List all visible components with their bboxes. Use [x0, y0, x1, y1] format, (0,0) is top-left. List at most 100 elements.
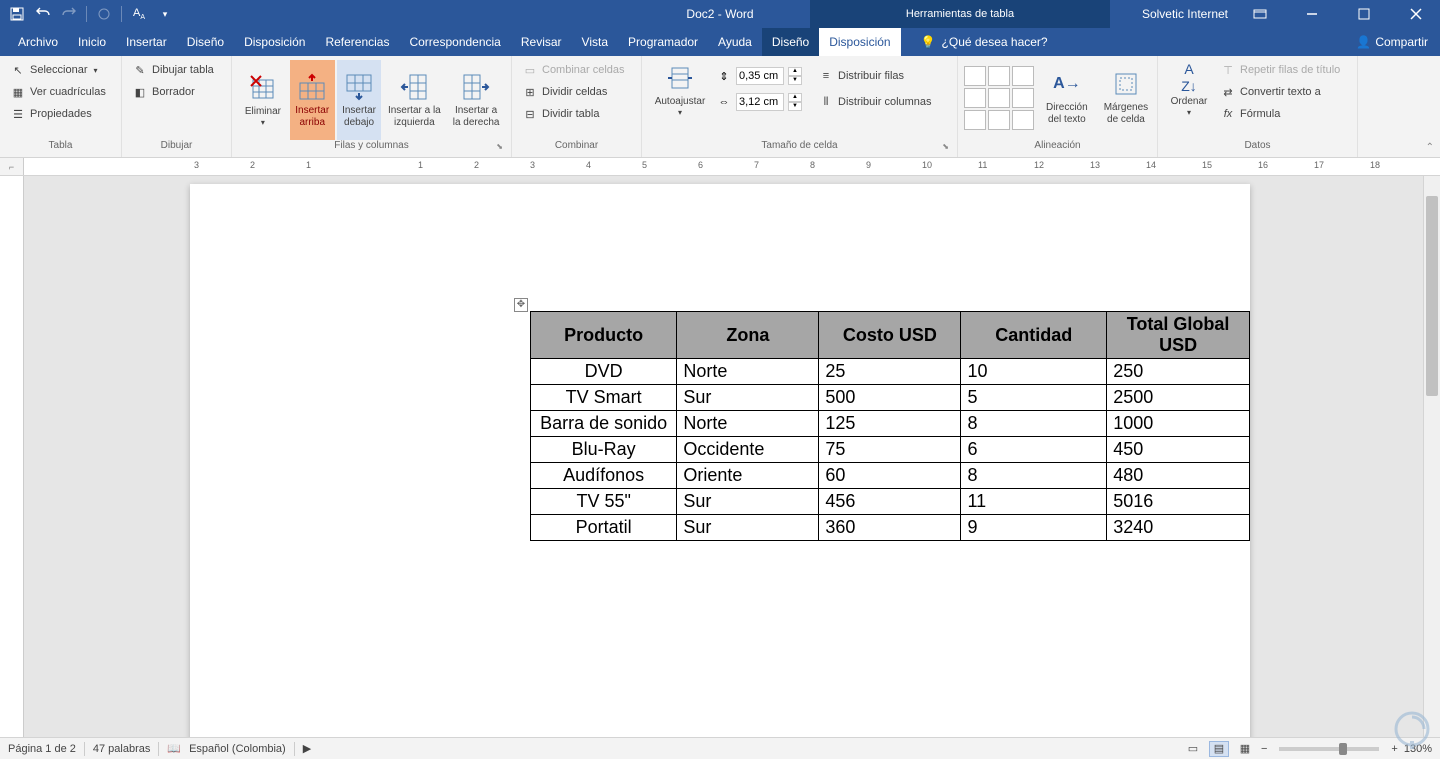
zoom-out-button[interactable]: −: [1261, 743, 1267, 755]
vertical-ruler[interactable]: [0, 176, 24, 737]
align-tc[interactable]: [988, 66, 1010, 86]
read-mode-icon[interactable]: ▭: [1183, 741, 1203, 757]
table-cell[interactable]: Occidente: [677, 437, 819, 463]
qat-customize-icon[interactable]: ▾: [156, 5, 174, 23]
table-cell[interactable]: 1000: [1107, 411, 1250, 437]
table-header[interactable]: Cantidad: [961, 312, 1107, 359]
table-row[interactable]: TV SmartSur50052500: [531, 385, 1250, 411]
table-header[interactable]: Zona: [677, 312, 819, 359]
font-size-icon[interactable]: AA: [130, 5, 148, 23]
table-cell[interactable]: Portatil: [531, 515, 677, 541]
tab-table-diseno[interactable]: Diseño: [762, 28, 819, 56]
table-cell[interactable]: 456: [819, 489, 961, 515]
minimize-button[interactable]: [1292, 0, 1332, 28]
table-row[interactable]: AudífonosOriente608480: [531, 463, 1250, 489]
table-cell[interactable]: Sur: [677, 489, 819, 515]
ver-cuadriculas-button[interactable]: ▦Ver cuadrículas: [6, 82, 115, 102]
align-bl[interactable]: [964, 110, 986, 130]
document-table[interactable]: ProductoZonaCosto USDCantidadTotal Globa…: [530, 311, 1250, 541]
word-count[interactable]: 47 palabras: [93, 743, 151, 755]
maximize-button[interactable]: [1344, 0, 1384, 28]
table-cell[interactable]: 11: [961, 489, 1107, 515]
table-cell[interactable]: 5: [961, 385, 1107, 411]
eliminar-button[interactable]: Eliminar▾: [238, 60, 288, 140]
dividir-tabla-button[interactable]: ⊟Dividir tabla: [518, 104, 635, 124]
table-cell[interactable]: 60: [819, 463, 961, 489]
user-name[interactable]: Solvetic Internet: [1142, 7, 1228, 21]
tab-correspondencia[interactable]: Correspondencia: [399, 28, 510, 56]
dialog-launcher-icon[interactable]: ⬊: [496, 142, 503, 151]
table-cell[interactable]: 6: [961, 437, 1107, 463]
touch-mode-icon[interactable]: [95, 5, 113, 23]
table-row[interactable]: Barra de sonidoNorte12581000: [531, 411, 1250, 437]
table-cell[interactable]: 3240: [1107, 515, 1250, 541]
tab-revisar[interactable]: Revisar: [511, 28, 572, 56]
col-width-input[interactable]: ⇔ ▲▼: [714, 92, 804, 112]
horizontal-ruler[interactable]: ⌐ 321123456789101112131415161718: [0, 158, 1440, 176]
table-cell[interactable]: 480: [1107, 463, 1250, 489]
web-layout-icon[interactable]: ▦: [1235, 741, 1255, 757]
height-field[interactable]: [736, 67, 784, 85]
print-layout-icon[interactable]: ▤: [1209, 741, 1229, 757]
insertar-derecha-button[interactable]: Insertar a la derecha: [447, 60, 505, 140]
spin-down[interactable]: ▼: [788, 76, 802, 85]
table-cell[interactable]: Blu-Ray: [531, 437, 677, 463]
align-br[interactable]: [1012, 110, 1034, 130]
table-row[interactable]: TV 55"Sur456115016: [531, 489, 1250, 515]
ordenar-button[interactable]: AZ↓ Ordenar▾: [1164, 60, 1214, 120]
save-icon[interactable]: [8, 5, 26, 23]
share-button[interactable]: 👤Compartir: [1356, 35, 1428, 49]
undo-icon[interactable]: [34, 5, 52, 23]
align-tr[interactable]: [1012, 66, 1034, 86]
table-cell[interactable]: 10: [961, 359, 1107, 385]
zoom-thumb[interactable]: [1339, 743, 1347, 755]
formula-button[interactable]: fxFórmula: [1216, 104, 1344, 124]
tab-disposicion[interactable]: Disposición: [234, 28, 315, 56]
table-row[interactable]: Blu-RayOccidente756450: [531, 437, 1250, 463]
align-mc[interactable]: [988, 88, 1010, 108]
table-cell[interactable]: Sur: [677, 385, 819, 411]
table-cell[interactable]: 75: [819, 437, 961, 463]
dibujar-tabla-button[interactable]: ✎Dibujar tabla: [128, 60, 225, 80]
redo-icon[interactable]: [60, 5, 78, 23]
page-indicator[interactable]: Página 1 de 2: [8, 743, 76, 755]
distribuir-columnas-button[interactable]: ⦀Distribuir columnas: [814, 92, 936, 112]
table-cell[interactable]: Oriente: [677, 463, 819, 489]
width-field[interactable]: [736, 93, 784, 111]
autoajustar-button[interactable]: Autoajustar▾: [648, 60, 712, 120]
table-cell[interactable]: 500: [819, 385, 961, 411]
table-cell[interactable]: Audífonos: [531, 463, 677, 489]
align-ml[interactable]: [964, 88, 986, 108]
dialog-launcher-icon[interactable]: ⬊: [942, 142, 949, 151]
tab-diseno[interactable]: Diseño: [177, 28, 234, 56]
table-cell[interactable]: 9: [961, 515, 1107, 541]
align-bc[interactable]: [988, 110, 1010, 130]
table-cell[interactable]: 450: [1107, 437, 1250, 463]
insertar-izquierda-button[interactable]: Insertar a la izquierda: [383, 60, 445, 140]
table-cell[interactable]: Norte: [677, 411, 819, 437]
vertical-scrollbar[interactable]: [1423, 176, 1440, 737]
align-tl[interactable]: [964, 66, 986, 86]
scroll-thumb[interactable]: [1426, 196, 1438, 396]
distribuir-filas-button[interactable]: ≡Distribuir filas: [814, 66, 936, 86]
spin-down[interactable]: ▼: [788, 102, 802, 111]
table-cell[interactable]: TV 55": [531, 489, 677, 515]
language-indicator[interactable]: Español (Colombia): [189, 743, 286, 755]
tab-referencias[interactable]: Referencias: [315, 28, 399, 56]
table-cell[interactable]: 5016: [1107, 489, 1250, 515]
combinar-celdas-button[interactable]: ▭Combinar celdas: [518, 60, 635, 80]
table-cell[interactable]: 25: [819, 359, 961, 385]
spin-up[interactable]: ▲: [788, 67, 802, 76]
table-cell[interactable]: 360: [819, 515, 961, 541]
insertar-arriba-button[interactable]: Insertar arriba: [290, 60, 335, 140]
table-cell[interactable]: 2500: [1107, 385, 1250, 411]
tab-programador[interactable]: Programador: [618, 28, 708, 56]
tab-vista[interactable]: Vista: [572, 28, 618, 56]
collapse-ribbon-icon[interactable]: ⌃: [1426, 142, 1434, 153]
spin-up[interactable]: ▲: [788, 93, 802, 102]
table-header[interactable]: Producto: [531, 312, 677, 359]
zoom-slider[interactable]: [1279, 747, 1379, 751]
margenes-celda-button[interactable]: Márgenes de celda: [1100, 66, 1152, 128]
tab-table-disposicion[interactable]: Disposición: [819, 28, 900, 56]
repetir-filas-button[interactable]: ⊤Repetir filas de título: [1216, 60, 1344, 80]
